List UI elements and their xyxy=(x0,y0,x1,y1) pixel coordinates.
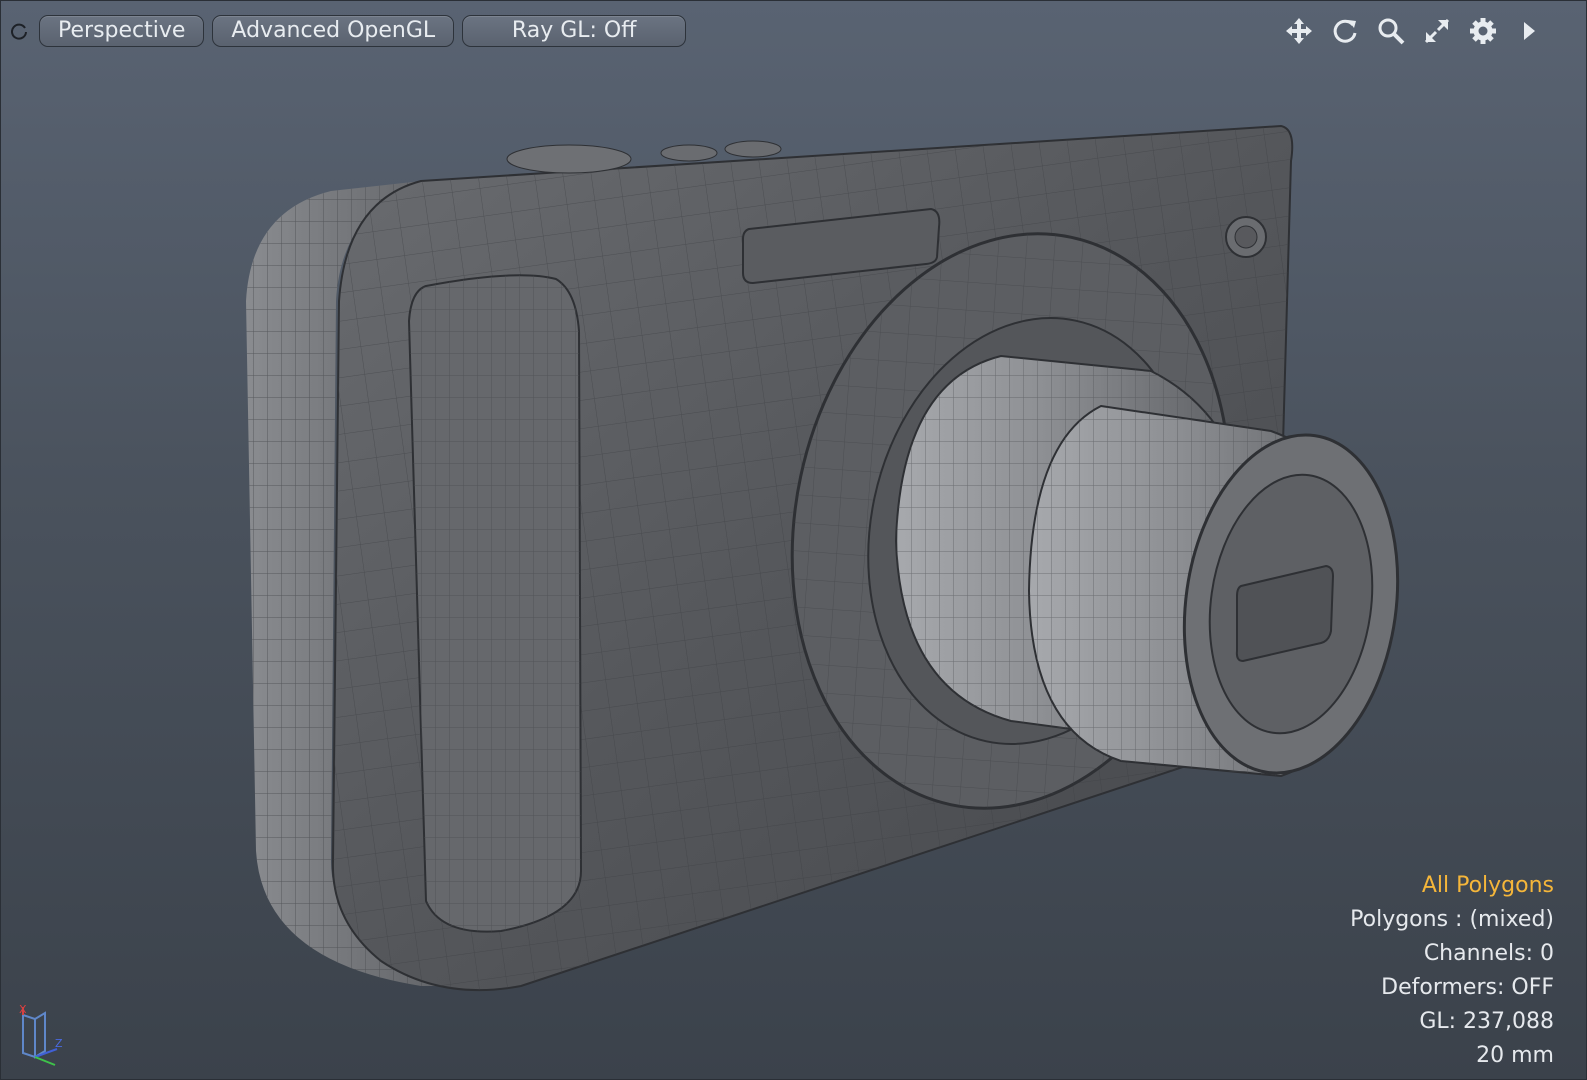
viewport-info: All Polygons Polygons : (mixed) Channels… xyxy=(1350,869,1554,1073)
viewport-toolbar: Perspective Advanced OpenGL Ray GL: Off xyxy=(9,13,687,49)
move-icon[interactable] xyxy=(1282,14,1316,48)
deformers-info: Deformers: OFF xyxy=(1381,975,1554,1000)
svg-text:Z: Z xyxy=(55,1037,63,1050)
view-type-button[interactable]: Perspective xyxy=(39,15,205,47)
polygons-info: Polygons : (mixed) xyxy=(1350,907,1554,932)
channels-info: Channels: 0 xyxy=(1423,941,1554,966)
selection-mode-label: All Polygons xyxy=(1421,873,1554,898)
camera-model[interactable] xyxy=(1,1,1587,1080)
viewport-tools xyxy=(1282,13,1546,49)
axis-gizmo: X Z xyxy=(19,1003,63,1066)
rotate-icon[interactable] xyxy=(1328,14,1362,48)
gl-count-info: GL: 237,088 xyxy=(1419,1009,1554,1034)
gear-icon[interactable] xyxy=(1466,14,1500,48)
focal-length-info: 20 mm xyxy=(1476,1043,1554,1068)
shading-mode-button[interactable]: Advanced OpenGL xyxy=(212,15,455,47)
raygl-toggle-button[interactable]: Ray GL: Off xyxy=(462,15,687,47)
viewport-menu-icon[interactable] xyxy=(9,20,31,42)
expand-arrow-icon[interactable] xyxy=(1512,14,1546,48)
zoom-icon[interactable] xyxy=(1374,14,1408,48)
3d-viewport[interactable]: Perspective Advanced OpenGL Ray GL: Off … xyxy=(0,0,1587,1080)
svg-text:X: X xyxy=(19,1003,27,1016)
maximize-icon[interactable] xyxy=(1420,14,1454,48)
